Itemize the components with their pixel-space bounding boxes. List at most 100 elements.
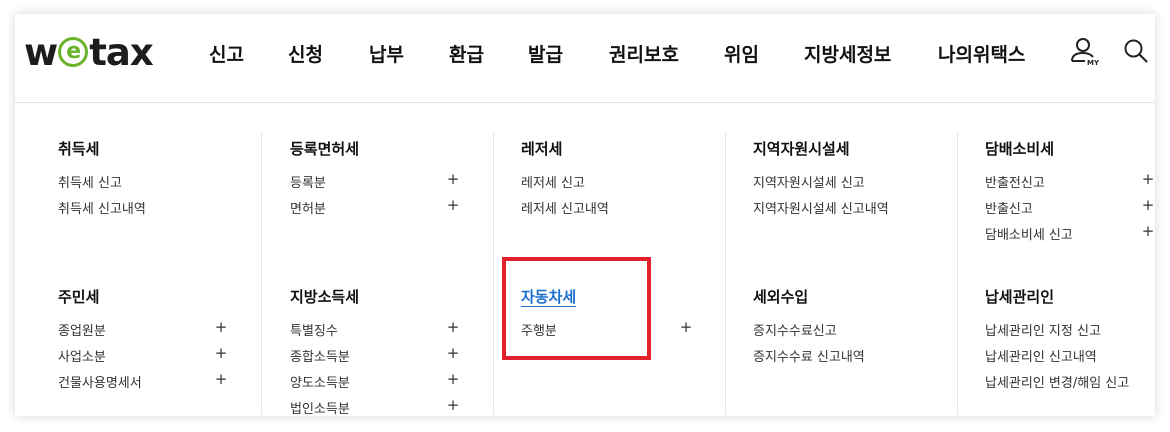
sub-item-link[interactable]: 특별징수 (290, 324, 338, 339)
sub-item-link[interactable]: 반출전신고 (985, 176, 1045, 191)
sub-item-link[interactable]: 지역자원시설세 신고내역 (753, 202, 889, 217)
group-title[interactable]: 지방소득세 (290, 286, 470, 307)
expand-plus-icon[interactable]: + (1141, 170, 1155, 188)
sub-item-link[interactable]: 취득세 신고내역 (58, 202, 146, 217)
nav-item-local-tax-info[interactable]: 지방세정보 (804, 40, 891, 67)
sub-item: 사업소분 + (58, 344, 238, 372)
expand-plus-icon[interactable]: + (446, 370, 460, 388)
sub-item-link[interactable]: 납세관리인 신고내역 (985, 350, 1097, 365)
logo-text-w: w (24, 30, 58, 74)
group-title[interactable]: 등록면허세 (290, 138, 470, 159)
sub-item: 담배소비세 신고 + (985, 222, 1155, 250)
nav-item-my-wetax[interactable]: 나의위택스 (938, 40, 1025, 67)
expand-plus-icon[interactable]: + (214, 318, 228, 336)
nav-item-report[interactable]: 신고 (209, 40, 244, 67)
expand-plus-icon[interactable]: + (446, 318, 460, 336)
sub-item-link[interactable]: 담배소비세 신고 (985, 228, 1073, 243)
menu-group-tobacco-tax: 담배소비세 반출전신고 + 반출신고 + 담배소비세 신고 + (985, 138, 1155, 250)
nav-item-apply[interactable]: 신청 (288, 40, 323, 67)
menu-group-leisure-tax: 레저세 레저세 신고 레저세 신고내역 (521, 138, 701, 224)
sub-item: 납세관리인 신고내역 (985, 346, 1155, 372)
sub-item-link[interactable]: 사업소분 (58, 350, 106, 365)
sub-item: 납세관리인 지정 신고 (985, 320, 1155, 346)
sub-item: 종업원분 + (58, 318, 238, 346)
sub-item: 지역자원시설세 신고 (753, 172, 943, 198)
sub-item-link[interactable]: 납세관리인 변경/해임 신고 (985, 376, 1129, 391)
wetax-logo[interactable]: w e tax (24, 31, 154, 74)
sub-item: 취득세 신고 (58, 172, 238, 198)
logo-text-tax: tax (89, 30, 154, 74)
expand-plus-icon[interactable]: + (1141, 222, 1155, 240)
expand-plus-icon[interactable]: + (446, 170, 460, 188)
menu-group-acquisition-tax: 취득세 취득세 신고 취득세 신고내역 (58, 138, 238, 224)
sub-item-link[interactable]: 면허분 (290, 202, 326, 217)
expand-plus-icon[interactable]: + (214, 370, 228, 388)
sub-item: 면허분 + (290, 196, 470, 224)
group-title-active[interactable]: 자동차세 (521, 286, 701, 307)
sub-item-link[interactable]: 건물사용명세서 (58, 376, 142, 391)
search-icon (1124, 39, 1148, 63)
sub-item-link[interactable]: 반출신고 (985, 202, 1033, 217)
column-divider (725, 133, 726, 415)
sub-item: 등록분 + (290, 170, 470, 198)
column-divider (957, 133, 958, 415)
group-title[interactable]: 세외수입 (753, 286, 943, 307)
sub-item-link[interactable]: 양도소득분 (290, 376, 350, 391)
site-header: w e tax 신고 신청 납부 환급 발급 권리보호 위임 지방세정보 나의위택스… (15, 14, 1155, 103)
group-title[interactable]: 레저세 (521, 138, 701, 159)
expand-plus-icon[interactable]: + (446, 196, 460, 214)
expand-plus-icon[interactable]: + (214, 344, 228, 362)
group-title[interactable]: 주민세 (58, 286, 238, 307)
sub-item-link[interactable]: 레저세 신고내역 (521, 202, 609, 217)
nav-item-refund[interactable]: 환급 (449, 40, 484, 67)
sub-item-link[interactable]: 취득세 신고 (58, 176, 122, 191)
sub-item-link[interactable]: 법인소득분 (290, 402, 350, 416)
nav-item-rights[interactable]: 권리보호 (609, 40, 679, 67)
sub-item: 레저세 신고내역 (521, 198, 701, 224)
my-label: MY (1087, 59, 1100, 67)
sub-item: 주행분 + (521, 318, 701, 346)
sub-item-link[interactable]: 주행분 (521, 324, 557, 339)
sub-item: 종합소득분 + (290, 344, 470, 372)
mega-menu-panel: w e tax 신고 신청 납부 환급 발급 권리보호 위임 지방세정보 나의위택스… (15, 14, 1155, 416)
menu-group-non-tax-revenue: 세외수입 증지수수료신고 증지수수료 신고내역 (753, 286, 943, 372)
user-icon: MY (1071, 38, 1100, 67)
expand-plus-icon[interactable]: + (679, 318, 693, 336)
nav-item-delegation[interactable]: 위임 (724, 40, 759, 67)
menu-group-vehicle-tax: 자동차세 주행분 + (521, 286, 701, 346)
search-button[interactable] (1123, 38, 1149, 64)
expand-plus-icon[interactable]: + (446, 344, 460, 362)
sub-item-link[interactable]: 증지수수료신고 (753, 324, 837, 339)
expand-plus-icon[interactable]: + (1141, 196, 1155, 214)
column-divider (493, 133, 494, 415)
sub-item-link[interactable]: 종업원분 (58, 324, 106, 339)
sub-item-link[interactable]: 지역자원시설세 신고 (753, 176, 865, 191)
my-page-button[interactable]: MY (1070, 36, 1100, 68)
group-title[interactable]: 담배소비세 (985, 138, 1155, 159)
menu-group-tax-administrator: 납세관리인 납세관리인 지정 신고 납세관리인 신고내역 납세관리인 변경/해임… (985, 286, 1155, 398)
sub-item: 건물사용명세서 + (58, 370, 238, 398)
menu-group-regional-resource-tax: 지역자원시설세 지역자원시설세 신고 지역자원시설세 신고내역 (753, 138, 943, 224)
sub-item-link[interactable]: 레저세 신고 (521, 176, 585, 191)
sub-item: 레저세 신고 (521, 172, 701, 198)
group-title[interactable]: 취득세 (58, 138, 238, 159)
sub-item: 반출신고 + (985, 196, 1155, 224)
sub-item: 반출전신고 + (985, 170, 1155, 198)
group-title[interactable]: 납세관리인 (985, 286, 1155, 307)
sub-item-link[interactable]: 등록분 (290, 176, 326, 191)
sub-item: 양도소득분 + (290, 370, 470, 398)
sub-item: 지역자원시설세 신고내역 (753, 198, 943, 224)
sub-item: 증지수수료신고 (753, 320, 943, 346)
sub-item: 취득세 신고내역 (58, 198, 238, 224)
group-title[interactable]: 지역자원시설세 (753, 138, 943, 159)
nav-item-issue[interactable]: 발급 (528, 40, 563, 67)
menu-group-resident-tax: 주민세 종업원분 + 사업소분 + 건물사용명세서 + (58, 286, 238, 398)
nav-item-pay[interactable]: 납부 (369, 40, 404, 67)
sub-item: 법인소득분 + (290, 396, 470, 416)
sub-item-link[interactable]: 납세관리인 지정 신고 (985, 324, 1101, 339)
sub-item-link[interactable]: 증지수수료 신고내역 (753, 350, 865, 365)
menu-group-registration-license-tax: 등록면허세 등록분 + 면허분 + (290, 138, 470, 224)
sub-item-link[interactable]: 종합소득분 (290, 350, 350, 365)
expand-plus-icon[interactable]: + (446, 396, 460, 414)
sub-item: 증지수수료 신고내역 (753, 346, 943, 372)
